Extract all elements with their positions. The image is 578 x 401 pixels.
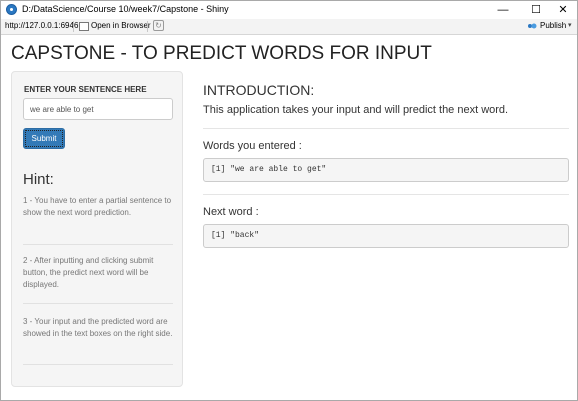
maximize-button[interactable]: ☐ (521, 1, 551, 19)
publish-icon[interactable] (528, 22, 537, 30)
sentence-input[interactable] (23, 98, 173, 120)
hint-divider (23, 244, 173, 245)
publish-button[interactable]: Publish (540, 21, 566, 30)
submit-button[interactable]: Submit (23, 128, 65, 149)
window-title: D:/DataScience/Course 10/week7/Capstone … (22, 4, 229, 14)
rstudio-app-icon (6, 4, 17, 15)
hint-item: 1 - You have to enter a partial sentence… (23, 196, 172, 217)
rstudio-viewer-window: D:/DataScience/Course 10/week7/Capstone … (0, 0, 578, 401)
sidebar-panel: ENTER YOUR SENTENCE HERE Submit Hint: 1 … (11, 71, 183, 387)
minimize-button[interactable]: — (488, 1, 518, 19)
title-bar: D:/DataScience/Course 10/week7/Capstone … (1, 1, 577, 19)
hint-heading: Hint: (23, 171, 54, 188)
hint-divider (23, 303, 173, 304)
section-divider (203, 194, 569, 195)
hint-item: 3 - Your input and the predicted word ar… (23, 317, 173, 338)
hint-divider (23, 364, 173, 365)
chevron-down-icon[interactable]: ▾ (568, 21, 572, 29)
app-url: http://127.0.0.1:6946 (5, 21, 79, 30)
entered-words-output: [1] "we are able to get" (203, 158, 569, 182)
close-button[interactable]: ✕ (548, 1, 578, 19)
viewer-toolbar: http://127.0.0.1:6946 Open in Browser ↻ … (1, 19, 577, 35)
toolbar-separator (73, 21, 74, 32)
hint-item: 2 - After inputting and clicking submit … (23, 256, 154, 289)
open-in-browser-button[interactable]: Open in Browser (91, 21, 151, 30)
entered-words-heading: Words you entered : (203, 140, 302, 152)
open-in-browser-icon[interactable] (79, 22, 89, 31)
refresh-icon[interactable]: ↻ (153, 20, 164, 31)
toolbar-separator (147, 21, 148, 32)
section-divider (203, 128, 569, 129)
page-title: CAPSTONE - TO PREDICT WORDS FOR INPUT (11, 43, 432, 64)
sentence-input-label: ENTER YOUR SENTENCE HERE (24, 85, 147, 94)
next-word-output: [1] "back" (203, 224, 569, 248)
next-word-heading: Next word : (203, 206, 259, 218)
introduction-text: This application takes your input and wi… (203, 104, 509, 116)
introduction-heading: INTRODUCTION: (203, 82, 315, 98)
